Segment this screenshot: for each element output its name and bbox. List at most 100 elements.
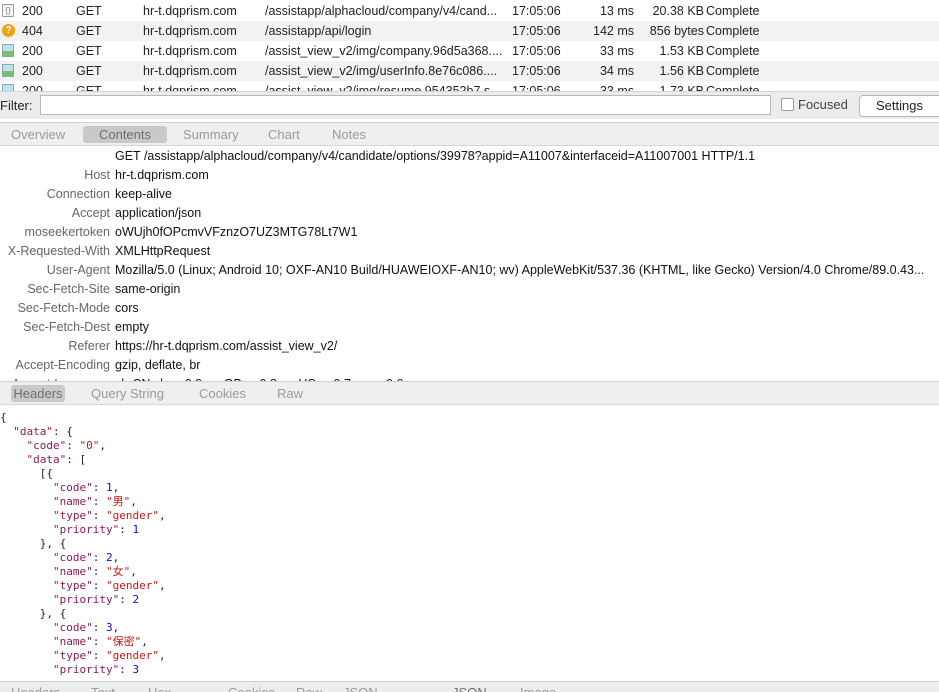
request-duration: 33 ms bbox=[599, 84, 634, 91]
header-value: hr-t.dqprism.com bbox=[115, 168, 209, 182]
request-time: 17:05:06 bbox=[512, 84, 561, 91]
request-status-code: 200 bbox=[22, 64, 43, 78]
header-row: User-Agent Mozilla/5.0 (Linux; Android 10… bbox=[0, 261, 939, 280]
json-line: "priority": 3 bbox=[52, 663, 140, 676]
tab-headers[interactable]: Headers bbox=[11, 385, 65, 402]
tab-overview[interactable]: Overview bbox=[11, 126, 65, 143]
request-row[interactable]: {} 200 GET hr-t.dqprism.com/assistapp/alpha… bbox=[0, 1, 939, 21]
request-row[interactable]: ? 404 GET hr-t.dqprism.com/assistapp/api/lo… bbox=[0, 21, 939, 41]
focused-checkbox[interactable] bbox=[781, 98, 794, 111]
tab-contents[interactable]: Contents bbox=[83, 126, 167, 143]
json-line: "data": { bbox=[13, 425, 73, 438]
request-duration: 142 ms bbox=[593, 24, 634, 38]
header-key: User-Agent bbox=[46, 263, 110, 277]
json-line: { bbox=[0, 411, 7, 424]
request-time: 17:05:06 bbox=[512, 44, 561, 58]
request-time: 17:05:06 bbox=[512, 4, 561, 18]
request-method: GET bbox=[76, 64, 102, 78]
request-row[interactable]: 200 GET hr-t.dqprism.com/assist_view_v2/im… bbox=[0, 61, 939, 81]
json-line: "code": 1, bbox=[52, 481, 120, 494]
request-state: Complete bbox=[706, 4, 760, 18]
json-line: "type": "gender", bbox=[52, 509, 166, 522]
header-value: XMLHttpRequest bbox=[115, 244, 211, 258]
header-row: moseekertoken oWUjh0fOPcmvVFznzO7UZ3MTG78… bbox=[0, 223, 939, 242]
header-value: cors bbox=[115, 301, 139, 315]
json-line: "name": "保密", bbox=[52, 635, 148, 648]
request-row[interactable]: 200 GET hr-t.dqprism.com/assist_view_v2/im… bbox=[0, 41, 939, 61]
request-state: Complete bbox=[706, 84, 760, 91]
request-path: /assist_view_v2/img/resume.954352b7.s... bbox=[265, 84, 501, 91]
tab-notes[interactable]: Notes bbox=[332, 126, 366, 143]
request-status-code: 404 bbox=[22, 24, 43, 38]
request-status-code: 200 bbox=[22, 84, 43, 91]
request-list: {} 200 GET hr-t.dqprism.com/assistapp/alpha… bbox=[0, 0, 939, 91]
header-value: oWUjh0fOPcmvVFznzO7UZ3MTG78Lt7W1 bbox=[115, 225, 358, 239]
header-row: Sec-Fetch-Site same-origin bbox=[0, 280, 939, 299]
header-key: Referer bbox=[68, 339, 110, 353]
request-duration: 34 ms bbox=[599, 64, 634, 78]
json-line: "type": "gender", bbox=[52, 649, 166, 662]
json-line: }, { bbox=[0, 537, 67, 550]
request-size: 856 bytes bbox=[649, 24, 704, 38]
request-path: /assistapp/alphacloud/company/v4/cand... bbox=[265, 4, 498, 18]
header-row: X-Requested-With XMLHttpRequest bbox=[0, 242, 939, 261]
request-status-code: 200 bbox=[22, 4, 43, 18]
json-line: "name": "女", bbox=[52, 565, 137, 578]
filter-label: Filter: bbox=[0, 98, 33, 113]
json-line: }, { bbox=[0, 607, 67, 620]
json-line: "type": "gender", bbox=[52, 579, 166, 592]
header-key: X-Requested-With bbox=[7, 244, 110, 258]
request-tab-bar: Overview Contents Summary Chart Notes bbox=[0, 122, 939, 146]
request-method: GET bbox=[76, 24, 102, 38]
header-row: Accept-Encoding gzip, deflate, br bbox=[0, 356, 939, 375]
tab-chart[interactable]: Chart bbox=[268, 126, 300, 143]
header-value: gzip, deflate, br bbox=[115, 358, 201, 372]
json-line: [{ bbox=[0, 467, 53, 480]
header-value: same-origin bbox=[115, 282, 181, 296]
header-key: Sec-Fetch-Dest bbox=[23, 320, 110, 334]
json-line: "name": "男", bbox=[52, 495, 137, 508]
header-value: keep-alive bbox=[115, 187, 172, 201]
header-row: Accept application/json bbox=[0, 204, 939, 223]
header-row: Sec-Fetch-Dest empty bbox=[0, 318, 939, 337]
response-tab-bar: Headers Query String Cookies Raw bbox=[0, 381, 939, 405]
json-line: "code": 2, bbox=[52, 551, 120, 564]
tab-cookies[interactable]: Cookies bbox=[199, 385, 246, 402]
json-line: "priority": 2 bbox=[52, 593, 140, 606]
request-method: GET bbox=[76, 84, 102, 91]
header-row: Sec-Fetch-Mode cors bbox=[0, 299, 939, 318]
request-line-row: GET /assistapp/alphacloud/company/v4/can… bbox=[0, 147, 939, 166]
request-host: hr-t.dqprism.com bbox=[143, 44, 237, 58]
document-icon: {} bbox=[2, 4, 14, 17]
warning-icon: ? bbox=[2, 24, 15, 37]
request-status-code: 200 bbox=[22, 44, 43, 58]
tab-raw[interactable]: Raw bbox=[277, 385, 303, 402]
header-row: Referer https://hr-t.dqprism.com/assist_v… bbox=[0, 337, 939, 356]
settings-button[interactable]: Settings bbox=[859, 95, 939, 117]
request-duration: 13 ms bbox=[599, 4, 634, 18]
image-icon bbox=[2, 64, 14, 77]
tab-summary[interactable]: Summary bbox=[183, 126, 239, 143]
request-line: GET /assistapp/alphacloud/company/v4/can… bbox=[115, 149, 756, 163]
header-value: application/json bbox=[115, 206, 202, 220]
json-line: "data": [ bbox=[26, 453, 87, 466]
header-row: Host hr-t.dqprism.com bbox=[0, 166, 939, 185]
header-key: Sec-Fetch-Site bbox=[27, 282, 110, 296]
request-state: Complete bbox=[706, 64, 760, 78]
request-row[interactable]: 200 GET hr-t.dqprism.com/assist_view_v2/im… bbox=[0, 81, 939, 91]
request-size: 1.56 KB bbox=[659, 64, 704, 78]
filter-bar: Filter: Focused Settings bbox=[0, 91, 939, 119]
request-state: Complete bbox=[706, 24, 760, 38]
filter-input[interactable] bbox=[40, 95, 771, 115]
request-method: GET bbox=[76, 44, 102, 58]
request-method: GET bbox=[76, 4, 102, 18]
header-key: Accept bbox=[71, 206, 110, 220]
request-host: hr-t.dqprism.com bbox=[143, 64, 237, 78]
header-key: Connection bbox=[46, 187, 110, 201]
request-path: /assistapp/api/login bbox=[265, 24, 372, 38]
request-time: 17:05:06 bbox=[512, 24, 561, 38]
json-line: "code": 3, bbox=[52, 621, 120, 634]
tab-query-string[interactable]: Query String bbox=[91, 385, 164, 402]
image-icon bbox=[2, 44, 14, 57]
header-value: empty bbox=[115, 320, 150, 334]
